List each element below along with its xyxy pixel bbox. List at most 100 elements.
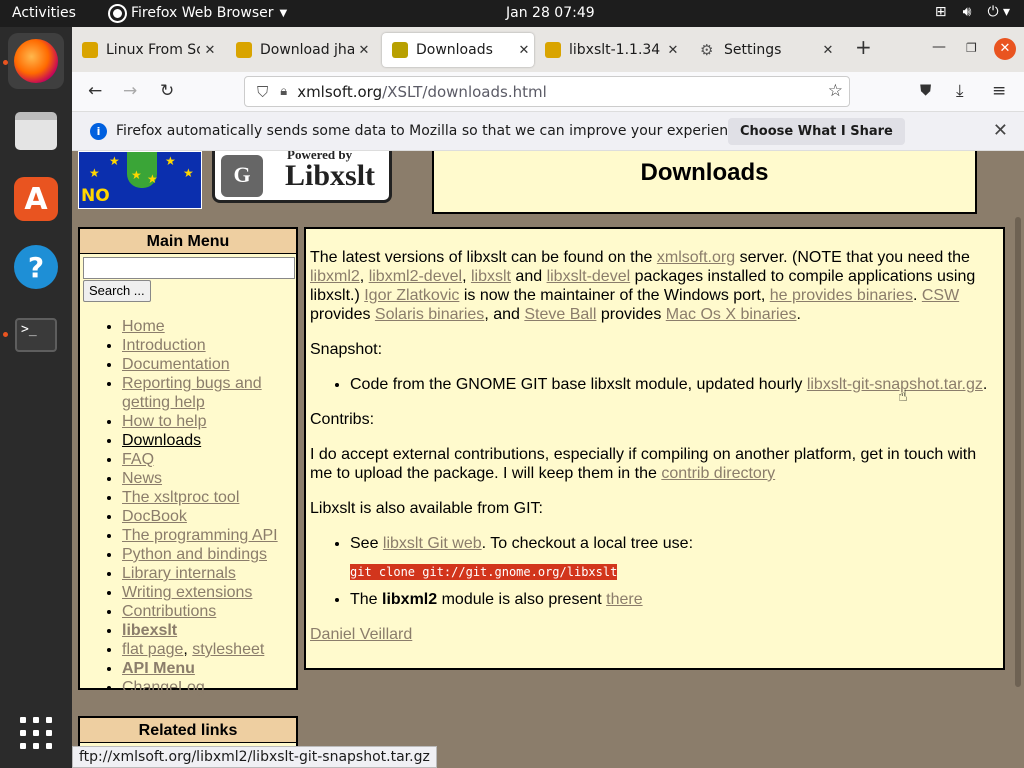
link-daniel-veillard[interactable]: Daniel Veillard	[310, 626, 412, 643]
list-item: DocBook	[122, 507, 292, 526]
link-libxslt-devel[interactable]: libxslt-devel	[547, 268, 631, 285]
menu-link-faq[interactable]: FAQ	[122, 451, 154, 468]
hamburger-menu-icon[interactable]: ≡	[992, 81, 1006, 101]
menu-link-changelog[interactable]: ChangeLog	[122, 679, 205, 696]
show-applications-button[interactable]	[8, 705, 64, 761]
link-git-snapshot[interactable]: libxslt-git-snapshot.tar.gz	[807, 376, 983, 393]
tracking-shield-icon[interactable]: ⛉	[257, 83, 268, 101]
menu-link-xsltproc[interactable]: The xsltproc tool	[122, 489, 239, 506]
firefox-small-icon	[110, 5, 125, 21]
maximize-button[interactable]: ❐	[966, 41, 977, 55]
close-icon[interactable]: ✕	[514, 43, 534, 58]
tab-download-jhalfs[interactable]: Download jhalfs ✕	[226, 35, 374, 65]
menu-link-documentation[interactable]: Documentation	[122, 356, 230, 373]
text: ,	[462, 268, 471, 285]
link-status-bar: ftp://xmlsoft.org/libxml2/libxslt-git-sn…	[72, 746, 437, 768]
vertical-scrollbar[interactable]	[1012, 151, 1024, 768]
tab-linux-from-scratch[interactable]: Linux From Scratch ✕	[72, 35, 220, 65]
search-button[interactable]: Search ...	[83, 280, 151, 302]
menu-link-docbook[interactable]: DocBook	[122, 508, 187, 525]
minimize-button[interactable]: —	[932, 39, 946, 55]
close-icon[interactable]: ✕	[200, 43, 220, 58]
powered-by-libxslt-logo[interactable]: G Powered by Libxslt	[212, 151, 392, 203]
reload-button[interactable]: ↻	[160, 81, 174, 101]
link-csw[interactable]: CSW	[922, 287, 959, 304]
window-close-button[interactable]: ✕	[994, 38, 1016, 60]
link-libxml2-devel[interactable]: libxml2-devel	[369, 268, 462, 285]
list-item: Documentation	[122, 355, 292, 374]
page-title-box: Downloads	[432, 151, 977, 214]
git-label: Libxslt is also available from GIT:	[310, 500, 543, 517]
star-icon: ★	[183, 166, 194, 180]
menu-link-programming-api[interactable]: The programming API	[122, 527, 278, 544]
scrollbar-thumb[interactable]	[1015, 217, 1021, 687]
dock-terminal[interactable]: >_	[8, 307, 64, 363]
link-libxslt-git-web[interactable]: libxslt Git web	[383, 535, 482, 552]
link-steve-ball[interactable]: Steve Ball	[524, 306, 596, 323]
new-tab-button[interactable]: +	[855, 35, 872, 59]
link-there[interactable]: there	[606, 591, 642, 608]
close-icon[interactable]: ✕	[993, 120, 1008, 141]
app-menu[interactable]: Firefox Web Browser ▼	[110, 5, 287, 21]
text: .	[912, 287, 922, 304]
bookmark-star-icon[interactable]: ☆	[828, 81, 843, 101]
menu-link-library-internals[interactable]: Library internals	[122, 565, 236, 582]
menu-link-home[interactable]: Home	[122, 318, 165, 335]
related-links-header: Related links	[80, 718, 296, 743]
forward-button[interactable]: →	[123, 81, 137, 101]
menu-link-writing-extensions[interactable]: Writing extensions	[122, 584, 252, 601]
choose-what-i-share-button[interactable]: Choose What I Share	[728, 118, 905, 145]
menu-link-reporting-bugs[interactable]: Reporting bugs and getting help	[122, 375, 262, 411]
url-bar[interactable]: ⛉ 🔒︎ xmlsoft.org/XSLT/downloads.html ☆	[244, 76, 850, 107]
link-igor-zlatkovic[interactable]: Igor Zlatkovic	[364, 287, 459, 304]
downloads-icon[interactable]: ⤓	[956, 81, 964, 101]
tab-downloads[interactable]: Downloads ✕	[382, 33, 534, 67]
link-libxslt[interactable]: libxslt	[471, 268, 511, 285]
menu-link-contributions[interactable]: Contributions	[122, 603, 216, 620]
tab-libxslt[interactable]: libxslt-1.1.34 ✕	[535, 35, 683, 65]
power-icon: ⏻ ▾	[987, 4, 1010, 20]
back-button[interactable]: ←	[88, 81, 102, 101]
menu-link-downloads[interactable]: Downloads	[122, 432, 201, 449]
dock-software[interactable]: A	[8, 171, 64, 227]
menu-link-python-bindings[interactable]: Python and bindings	[122, 546, 267, 563]
star-icon: ★	[147, 172, 158, 186]
close-icon[interactable]: ✕	[818, 43, 838, 58]
link-xmlsoft-server[interactable]: xmlsoft.org	[657, 249, 735, 266]
dock-help[interactable]: ?	[8, 239, 64, 295]
list-item: The programming API	[122, 526, 292, 545]
tab-settings[interactable]: ⚙ Settings ✕	[690, 35, 838, 65]
pocket-icon[interactable]: ⛊	[920, 81, 931, 99]
list-item: flat page, stylesheet	[122, 640, 292, 659]
close-icon[interactable]: ✕	[354, 43, 374, 58]
menu-link-flat-page[interactable]: flat page	[122, 641, 183, 658]
search-input[interactable]	[83, 257, 295, 279]
dock-firefox[interactable]	[8, 33, 64, 89]
menu-link-libexslt[interactable]: libexslt	[122, 622, 177, 639]
text: .	[796, 306, 801, 323]
link-libxml2[interactable]: libxml2	[310, 268, 360, 285]
lock-icon[interactable]: 🔒︎	[280, 84, 287, 99]
menu-link-introduction[interactable]: Introduction	[122, 337, 206, 354]
snapshot-label: Snapshot:	[310, 341, 383, 358]
page-title: Downloads	[640, 159, 769, 186]
no-patents-logo[interactable]: ★ ★ ★ ★ ★ ★ NO ePATENTS	[78, 151, 202, 209]
link-windows-binaries[interactable]: he provides binaries	[770, 287, 913, 304]
activities-button[interactable]: Activities	[12, 5, 76, 21]
tab-title: Linux From Scratch	[106, 42, 200, 58]
link-solaris-binaries[interactable]: Solaris binaries	[375, 306, 484, 323]
system-tray[interactable]: ⊞ 🔊︎ ⏻ ▾	[935, 4, 1010, 20]
menu-link-how-to-help[interactable]: How to help	[122, 413, 207, 430]
author-paragraph: Daniel Veillard	[310, 625, 999, 644]
menu-link-news[interactable]: News	[122, 470, 162, 487]
menu-link-api-menu[interactable]: API Menu	[122, 660, 195, 677]
text: server. (NOTE that you need the	[735, 249, 970, 266]
menu-link-stylesheet[interactable]: stylesheet	[192, 641, 264, 658]
close-icon[interactable]: ✕	[663, 43, 683, 58]
clock[interactable]: Jan 28 07:49	[506, 5, 595, 21]
dock-files[interactable]	[8, 103, 64, 159]
gnome-top-bar: Activities Firefox Web Browser ▼ Jan 28 …	[0, 0, 1024, 27]
link-contrib-directory[interactable]: contrib directory	[661, 465, 775, 482]
chevron-down-icon: ▼	[279, 7, 288, 19]
link-macos-binaries[interactable]: Mac Os X binaries	[666, 306, 797, 323]
